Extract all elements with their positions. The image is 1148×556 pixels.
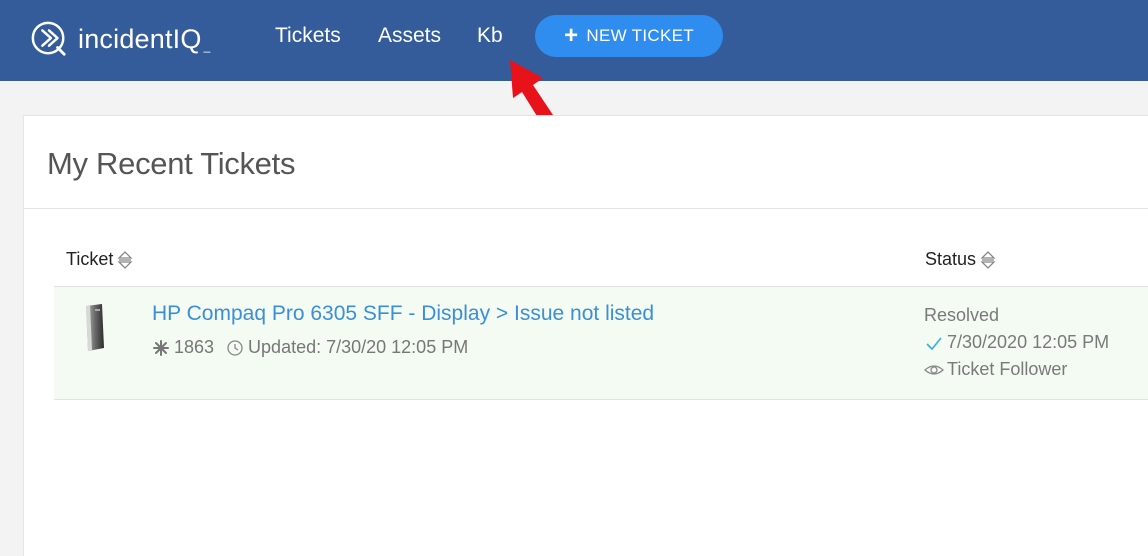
- new-ticket-button[interactable]: + NEW TICKET: [535, 15, 723, 57]
- ticket-status: Resolved 7/30/2020 12:05 PM Ticket Follo…: [924, 302, 1109, 383]
- status-badge: Resolved: [924, 305, 1000, 325]
- ticket-number: 1863: [174, 337, 215, 357]
- clock-icon: [227, 339, 243, 356]
- incidentiq-logo-icon: [31, 21, 66, 56]
- recent-tickets-panel: My Recent Tickets Ticket Status HP Compa…: [23, 115, 1148, 556]
- ticket-meta: 1863 Updated: 7/30/20 12:05 PM: [152, 337, 468, 358]
- ticket-title-link[interactable]: HP Compaq Pro 6305 SFF - Display > Issue…: [152, 302, 654, 326]
- sort-icon: [980, 250, 996, 269]
- column-header-ticket[interactable]: Ticket: [66, 249, 133, 270]
- plus-icon: +: [564, 22, 579, 49]
- desktop-tower-icon: [86, 304, 104, 351]
- nav-tickets[interactable]: Tickets: [275, 24, 341, 48]
- column-header-status-label: Status: [925, 249, 977, 269]
- ticket-follower-label: Ticket Follower: [947, 359, 1068, 379]
- brand-name: incidentIQ _: [78, 23, 211, 54]
- column-header-status[interactable]: Status: [925, 249, 996, 270]
- nav-assets[interactable]: Assets: [378, 24, 441, 48]
- check-icon: [926, 336, 942, 350]
- eye-icon: [924, 364, 944, 375]
- ticket-updated: Updated: 7/30/20 12:05 PM: [248, 337, 469, 357]
- divider: [24, 208, 1148, 209]
- gear-icon: [153, 339, 169, 356]
- sort-icon: [117, 250, 133, 269]
- column-header-ticket-label: Ticket: [66, 249, 114, 269]
- panel-title: My Recent Tickets: [47, 146, 296, 181]
- nav-kb[interactable]: Kb: [477, 24, 503, 48]
- resolved-date: 7/30/2020 12:05 PM: [947, 332, 1110, 352]
- top-navigation-bar: incidentIQ _ Tickets Assets Kb + NEW TICK…: [0, 0, 1148, 81]
- brand-logo[interactable]: incidentIQ _: [30, 19, 210, 59]
- table-row[interactable]: HP Compaq Pro 6305 SFF - Display > Issue…: [54, 287, 1148, 400]
- new-ticket-label: NEW TICKET: [586, 26, 694, 45]
